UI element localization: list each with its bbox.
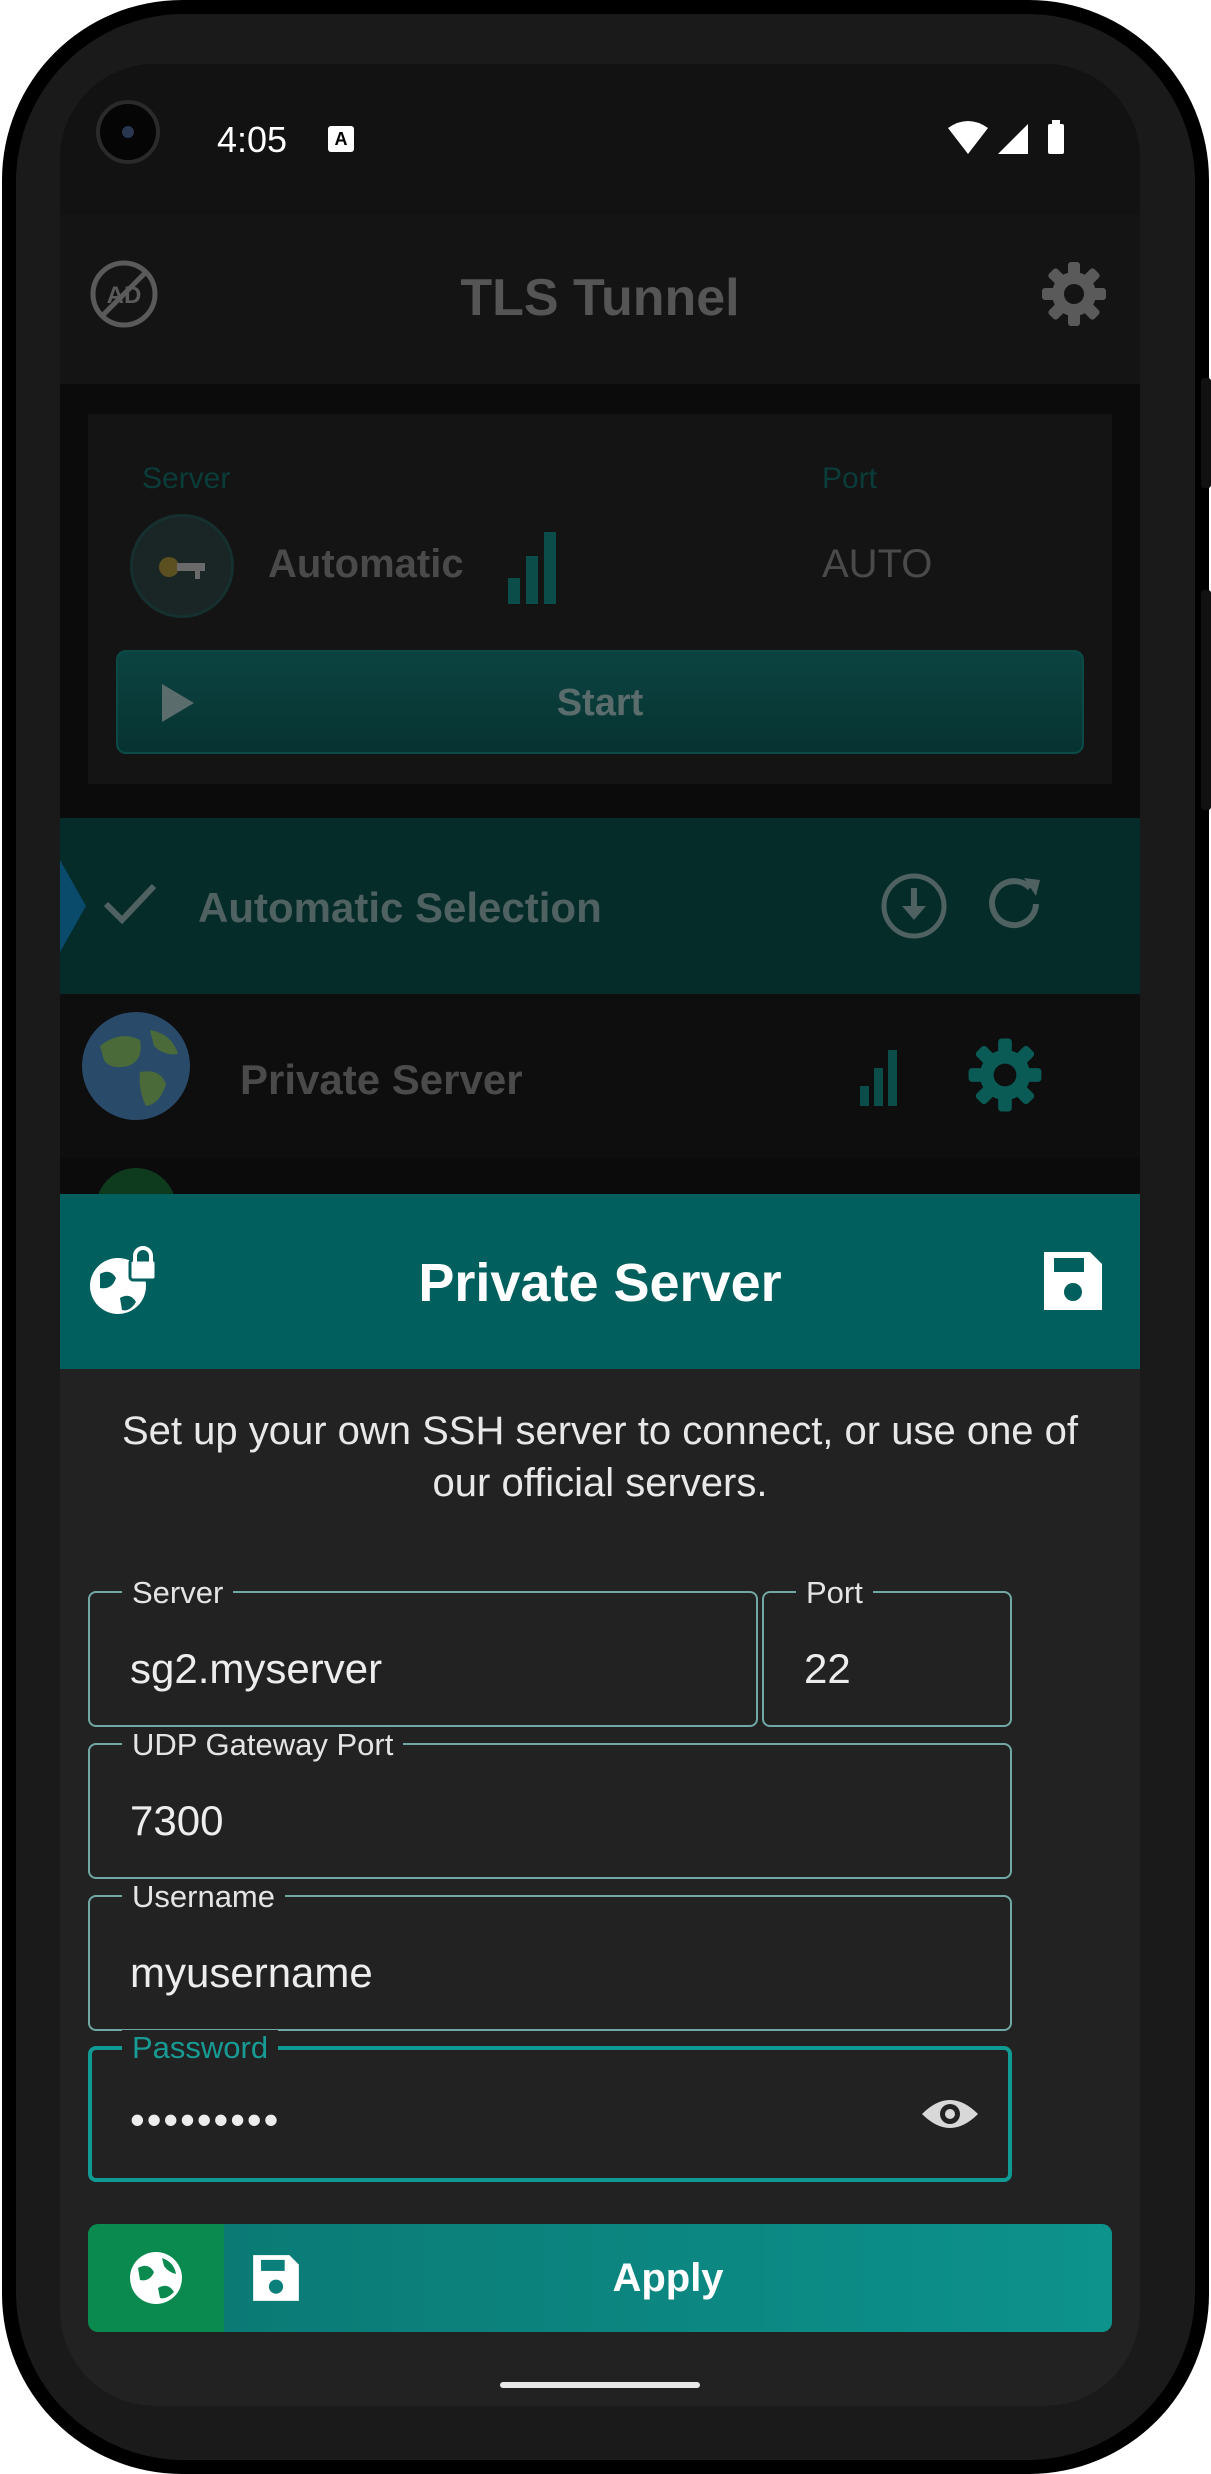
app-title: TLS Tunnel bbox=[460, 269, 740, 327]
apply-label: Apply bbox=[612, 2256, 724, 2300]
key-icon bbox=[159, 557, 205, 579]
status-bar: 4:05 A bbox=[60, 64, 1140, 214]
username-field-label: Username bbox=[122, 1879, 285, 1915]
gear-icon[interactable] bbox=[964, 1034, 1046, 1116]
list-item-private-server[interactable]: Private Server bbox=[60, 994, 1140, 1158]
udp-gateway-port-field[interactable]: UDP Gateway Port 7300 bbox=[88, 1727, 1012, 1879]
settings-gear-icon[interactable] bbox=[1038, 258, 1110, 330]
port-field-label: Port bbox=[796, 1575, 873, 1611]
refresh-icon[interactable] bbox=[986, 874, 1046, 934]
app-bar: AD TLS Tunnel bbox=[60, 214, 1140, 384]
apply-button[interactable]: Apply bbox=[224, 2224, 1112, 2332]
check-icon bbox=[103, 883, 157, 925]
password-field-label: Password bbox=[122, 2030, 279, 2066]
private-server-label: Private Server bbox=[240, 1056, 523, 1103]
port-field-value: 22 bbox=[804, 1645, 851, 1692]
server-avatar bbox=[130, 514, 234, 618]
signal-bars-icon bbox=[860, 1050, 897, 1106]
automatic-selection-label: Automatic Selection bbox=[198, 884, 602, 931]
official-servers-button[interactable] bbox=[88, 2224, 224, 2332]
download-icon[interactable] bbox=[880, 872, 948, 940]
dialog-header: Private Server bbox=[60, 1194, 1140, 1369]
volume-button bbox=[1201, 590, 1211, 810]
wifi-icon bbox=[948, 121, 988, 154]
globe-icon bbox=[82, 1012, 190, 1120]
selected-marker-icon bbox=[60, 860, 86, 952]
server-card: Server Port Automatic AUTO Start bbox=[88, 414, 1112, 784]
status-icons bbox=[948, 120, 1064, 154]
username-field-value: myusername bbox=[130, 1949, 373, 1996]
port-label: Port bbox=[822, 462, 878, 495]
signal-bars-icon bbox=[508, 532, 556, 604]
globe-icon bbox=[130, 2252, 182, 2304]
start-button[interactable]: Start bbox=[116, 650, 1084, 754]
signal-icon bbox=[998, 124, 1028, 154]
list-item-automatic-selection[interactable]: Automatic Selection bbox=[60, 818, 1140, 994]
apply-bar: Apply bbox=[88, 2224, 1112, 2332]
username-field[interactable]: Username myusername bbox=[88, 1879, 1012, 2031]
port-value[interactable]: AUTO bbox=[822, 542, 932, 587]
server-field-value: sg2.myserver bbox=[130, 1645, 383, 1692]
status-time: 4:05 bbox=[217, 119, 288, 160]
a-icon: A bbox=[328, 126, 354, 152]
partial-list-item bbox=[60, 1158, 1140, 1248]
eye-icon[interactable] bbox=[920, 2094, 980, 2134]
screen: 4:05 A AD TLS Tunnel Server Port Automat… bbox=[60, 64, 1140, 2406]
battery-icon bbox=[1048, 124, 1064, 154]
password-field[interactable]: Password ••••••••• bbox=[88, 2030, 1012, 2182]
home-indicator[interactable] bbox=[500, 2382, 700, 2388]
start-label: Start bbox=[556, 682, 644, 724]
phone-frame: 4:05 A AD TLS Tunnel Server Port Automat… bbox=[0, 0, 1211, 2474]
power-button bbox=[1201, 378, 1211, 488]
server-name[interactable]: Automatic bbox=[268, 542, 464, 587]
password-field-value: ••••••••• bbox=[130, 2096, 281, 2143]
dialog-description: Set up your own SSH server to connect, o… bbox=[121, 1409, 1079, 1505]
port-field[interactable]: Port 22 bbox=[762, 1575, 1012, 1727]
udp-field-label: UDP Gateway Port bbox=[122, 1727, 404, 1763]
dialog-title: Private Server bbox=[418, 1253, 782, 1313]
server-field-label: Server bbox=[122, 1575, 234, 1611]
camera-cutout bbox=[96, 100, 160, 164]
server-label: Server bbox=[142, 462, 231, 495]
save-icon[interactable] bbox=[1040, 1248, 1106, 1314]
server-field[interactable]: Server sg2.myserver bbox=[88, 1575, 758, 1727]
udp-field-value: 7300 bbox=[130, 1797, 224, 1844]
